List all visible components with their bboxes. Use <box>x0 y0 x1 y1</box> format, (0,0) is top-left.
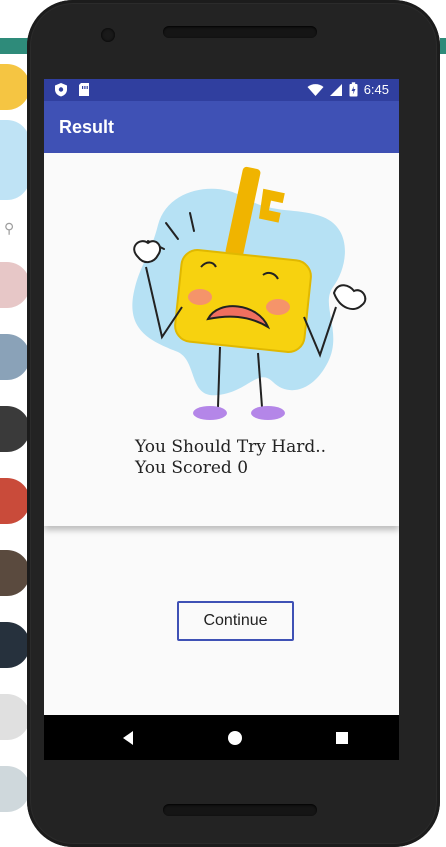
background-avatar <box>0 766 30 812</box>
background-avatar <box>0 550 30 596</box>
background-search-icon: ⚲ <box>4 220 15 236</box>
navigation-bar <box>44 715 399 760</box>
page-title: Result <box>59 117 115 137</box>
status-left-icons <box>54 82 90 97</box>
device-screen: 6:45 Result You Should Try Hard.. You Sc… <box>44 79 399 760</box>
background-avatar <box>0 622 30 668</box>
left-cheek <box>188 289 212 305</box>
signal-icon <box>329 83 342 96</box>
app-bar: Result <box>44 101 399 153</box>
left-hand <box>133 240 162 263</box>
status-time: 6:45 <box>363 82 389 97</box>
status-bar: 6:45 <box>44 79 399 101</box>
back-button[interactable] <box>116 726 140 750</box>
background-app-toolbar-right <box>440 38 446 54</box>
left-shoe <box>193 406 227 420</box>
home-button[interactable] <box>223 726 247 750</box>
continue-button[interactable]: Continue <box>177 601 294 641</box>
battery-icon <box>349 82 358 97</box>
back-icon <box>123 731 133 745</box>
sim-card-icon <box>79 83 89 96</box>
background-avatar <box>0 478 30 524</box>
right-shoe <box>251 406 285 420</box>
top-speaker <box>163 26 317 38</box>
background-avatar <box>0 694 30 740</box>
background-avatar <box>0 334 30 380</box>
home-icon <box>228 731 242 745</box>
background-avatar <box>0 64 30 110</box>
wifi-icon <box>307 83 324 96</box>
right-cheek <box>266 299 290 315</box>
background-avatar <box>0 262 30 308</box>
front-camera <box>101 28 115 42</box>
bottom-speaker <box>163 804 317 816</box>
result-message: You Should Try Hard.. You Scored 0 <box>135 437 326 479</box>
recents-button[interactable] <box>330 726 354 750</box>
sad-key-illustration <box>132 166 367 420</box>
shield-icon <box>55 83 67 97</box>
result-card: You Should Try Hard.. You Scored 0 <box>44 153 399 526</box>
background-avatar <box>0 406 30 452</box>
right-hand <box>332 284 367 310</box>
recents-icon <box>336 732 348 744</box>
background-notification-panel <box>0 120 30 200</box>
result-score-line: You Scored 0 <box>135 458 249 478</box>
result-feedback-line: You Should Try Hard.. <box>135 437 327 457</box>
status-right-icons: 6:45 <box>307 82 389 97</box>
